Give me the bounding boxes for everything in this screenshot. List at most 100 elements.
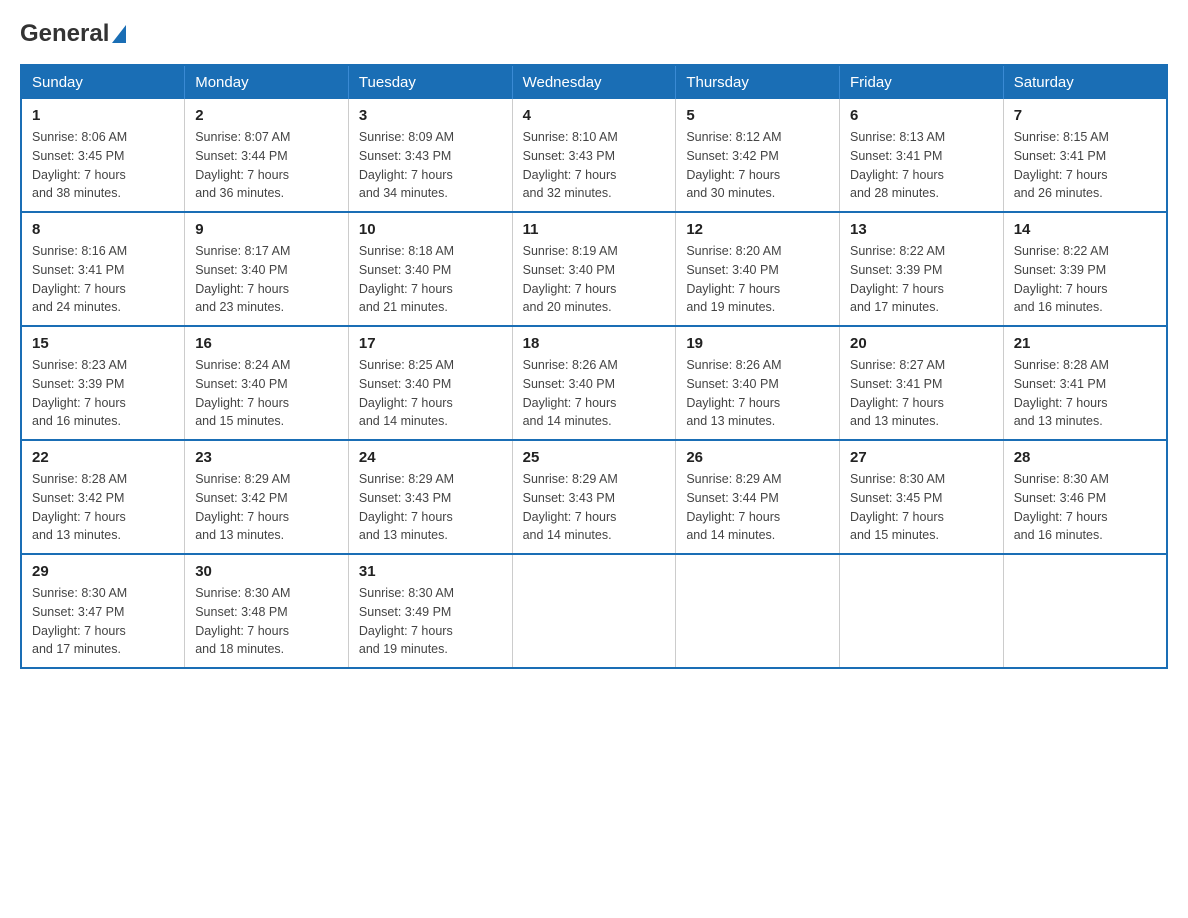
page-header: General	[20, 20, 1168, 48]
calendar-day-cell	[512, 554, 676, 668]
calendar-day-header: Sunday	[21, 65, 185, 99]
day-number: 1	[32, 107, 174, 124]
calendar-day-cell: 18 Sunrise: 8:26 AMSunset: 3:40 PMDayligh…	[512, 326, 676, 440]
logo-general-text: General	[20, 20, 109, 48]
day-info: Sunrise: 8:15 AMSunset: 3:41 PMDaylight:…	[1014, 128, 1156, 203]
day-info: Sunrise: 8:22 AMSunset: 3:39 PMDaylight:…	[1014, 242, 1156, 317]
day-number: 19	[686, 335, 829, 352]
day-number: 16	[195, 335, 338, 352]
day-info: Sunrise: 8:26 AMSunset: 3:40 PMDaylight:…	[686, 356, 829, 431]
day-info: Sunrise: 8:30 AMSunset: 3:46 PMDaylight:…	[1014, 470, 1156, 545]
calendar-day-cell	[676, 554, 840, 668]
day-info: Sunrise: 8:20 AMSunset: 3:40 PMDaylight:…	[686, 242, 829, 317]
calendar-day-cell: 10 Sunrise: 8:18 AMSunset: 3:40 PMDayligh…	[348, 212, 512, 326]
day-info: Sunrise: 8:24 AMSunset: 3:40 PMDaylight:…	[195, 356, 338, 431]
calendar-week-row: 15 Sunrise: 8:23 AMSunset: 3:39 PMDayligh…	[21, 326, 1167, 440]
day-number: 20	[850, 335, 993, 352]
calendar-day-cell	[1003, 554, 1167, 668]
day-info: Sunrise: 8:23 AMSunset: 3:39 PMDaylight:…	[32, 356, 174, 431]
day-info: Sunrise: 8:18 AMSunset: 3:40 PMDaylight:…	[359, 242, 502, 317]
day-number: 13	[850, 221, 993, 238]
day-info: Sunrise: 8:10 AMSunset: 3:43 PMDaylight:…	[523, 128, 666, 203]
day-number: 14	[1014, 221, 1156, 238]
day-number: 6	[850, 107, 993, 124]
day-info: Sunrise: 8:12 AMSunset: 3:42 PMDaylight:…	[686, 128, 829, 203]
day-number: 18	[523, 335, 666, 352]
calendar-day-cell: 15 Sunrise: 8:23 AMSunset: 3:39 PMDayligh…	[21, 326, 185, 440]
calendar-day-header: Saturday	[1003, 65, 1167, 99]
day-number: 12	[686, 221, 829, 238]
day-number: 5	[686, 107, 829, 124]
calendar-day-cell: 24 Sunrise: 8:29 AMSunset: 3:43 PMDayligh…	[348, 440, 512, 554]
day-number: 26	[686, 449, 829, 466]
day-number: 23	[195, 449, 338, 466]
day-number: 25	[523, 449, 666, 466]
calendar-day-cell: 31Sunrise: 8:30 AMSunset: 3:49 PMDayligh…	[348, 554, 512, 668]
day-number: 7	[1014, 107, 1156, 124]
calendar-day-header: Monday	[185, 65, 349, 99]
calendar-day-cell: 21Sunrise: 8:28 AMSunset: 3:41 PMDayligh…	[1003, 326, 1167, 440]
calendar-day-cell: 9 Sunrise: 8:17 AMSunset: 3:40 PMDaylight…	[185, 212, 349, 326]
day-number: 4	[523, 107, 666, 124]
calendar-day-cell: 22Sunrise: 8:28 AMSunset: 3:42 PMDayligh…	[21, 440, 185, 554]
calendar-day-cell: 14 Sunrise: 8:22 AMSunset: 3:39 PMDayligh…	[1003, 212, 1167, 326]
day-number: 31	[359, 563, 502, 580]
calendar-day-cell: 20Sunrise: 8:27 AMSunset: 3:41 PMDayligh…	[840, 326, 1004, 440]
day-number: 28	[1014, 449, 1156, 466]
calendar-week-row: 8 Sunrise: 8:16 AMSunset: 3:41 PMDaylight…	[21, 212, 1167, 326]
calendar-day-cell: 29 Sunrise: 8:30 AMSunset: 3:47 PMDayligh…	[21, 554, 185, 668]
calendar-day-cell: 5 Sunrise: 8:12 AMSunset: 3:42 PMDaylight…	[676, 99, 840, 212]
day-info: Sunrise: 8:30 AMSunset: 3:47 PMDaylight:…	[32, 584, 174, 659]
day-info: Sunrise: 8:06 AMSunset: 3:45 PMDaylight:…	[32, 128, 174, 203]
day-number: 24	[359, 449, 502, 466]
day-number: 22	[32, 449, 174, 466]
calendar-day-cell: 7 Sunrise: 8:15 AMSunset: 3:41 PMDaylight…	[1003, 99, 1167, 212]
calendar-day-cell: 12 Sunrise: 8:20 AMSunset: 3:40 PMDayligh…	[676, 212, 840, 326]
calendar-body: 1 Sunrise: 8:06 AMSunset: 3:45 PMDaylight…	[21, 99, 1167, 668]
calendar-day-cell: 28 Sunrise: 8:30 AMSunset: 3:46 PMDayligh…	[1003, 440, 1167, 554]
day-info: Sunrise: 8:25 AMSunset: 3:40 PMDaylight:…	[359, 356, 502, 431]
day-number: 10	[359, 221, 502, 238]
day-info: Sunrise: 8:16 AMSunset: 3:41 PMDaylight:…	[32, 242, 174, 317]
day-info: Sunrise: 8:13 AMSunset: 3:41 PMDaylight:…	[850, 128, 993, 203]
calendar-day-header: Wednesday	[512, 65, 676, 99]
day-info: Sunrise: 8:29 AMSunset: 3:44 PMDaylight:…	[686, 470, 829, 545]
day-number: 9	[195, 221, 338, 238]
calendar-day-cell: 17Sunrise: 8:25 AMSunset: 3:40 PMDayligh…	[348, 326, 512, 440]
day-info: Sunrise: 8:28 AMSunset: 3:41 PMDaylight:…	[1014, 356, 1156, 431]
day-info: Sunrise: 8:09 AMSunset: 3:43 PMDaylight:…	[359, 128, 502, 203]
calendar-day-cell: 30Sunrise: 8:30 AMSunset: 3:48 PMDayligh…	[185, 554, 349, 668]
calendar-day-header: Friday	[840, 65, 1004, 99]
calendar-day-cell: 26 Sunrise: 8:29 AMSunset: 3:44 PMDayligh…	[676, 440, 840, 554]
calendar-day-cell: 6 Sunrise: 8:13 AMSunset: 3:41 PMDaylight…	[840, 99, 1004, 212]
calendar-table: SundayMondayTuesdayWednesdayThursdayFrid…	[20, 64, 1168, 669]
day-info: Sunrise: 8:29 AMSunset: 3:42 PMDaylight:…	[195, 470, 338, 545]
calendar-week-row: 29 Sunrise: 8:30 AMSunset: 3:47 PMDayligh…	[21, 554, 1167, 668]
day-info: Sunrise: 8:29 AMSunset: 3:43 PMDaylight:…	[523, 470, 666, 545]
calendar-day-header: Tuesday	[348, 65, 512, 99]
day-number: 29	[32, 563, 174, 580]
calendar-header-row: SundayMondayTuesdayWednesdayThursdayFrid…	[21, 65, 1167, 99]
calendar-day-cell: 2Sunrise: 8:07 AMSunset: 3:44 PMDaylight…	[185, 99, 349, 212]
calendar-day-cell: 27Sunrise: 8:30 AMSunset: 3:45 PMDayligh…	[840, 440, 1004, 554]
day-info: Sunrise: 8:17 AMSunset: 3:40 PMDaylight:…	[195, 242, 338, 317]
calendar-day-cell: 3 Sunrise: 8:09 AMSunset: 3:43 PMDaylight…	[348, 99, 512, 212]
day-info: Sunrise: 8:30 AMSunset: 3:48 PMDaylight:…	[195, 584, 338, 659]
calendar-day-cell: 11Sunrise: 8:19 AMSunset: 3:40 PMDayligh…	[512, 212, 676, 326]
calendar-day-header: Thursday	[676, 65, 840, 99]
calendar-day-cell: 1 Sunrise: 8:06 AMSunset: 3:45 PMDaylight…	[21, 99, 185, 212]
day-number: 15	[32, 335, 174, 352]
day-number: 8	[32, 221, 174, 238]
day-number: 27	[850, 449, 993, 466]
logo-triangle-icon	[112, 25, 126, 43]
calendar-day-cell: 13Sunrise: 8:22 AMSunset: 3:39 PMDayligh…	[840, 212, 1004, 326]
day-info: Sunrise: 8:26 AMSunset: 3:40 PMDaylight:…	[523, 356, 666, 431]
day-number: 2	[195, 107, 338, 124]
calendar-day-cell: 8 Sunrise: 8:16 AMSunset: 3:41 PMDaylight…	[21, 212, 185, 326]
day-info: Sunrise: 8:29 AMSunset: 3:43 PMDaylight:…	[359, 470, 502, 545]
calendar-day-cell	[840, 554, 1004, 668]
calendar-week-row: 22Sunrise: 8:28 AMSunset: 3:42 PMDayligh…	[21, 440, 1167, 554]
day-number: 3	[359, 107, 502, 124]
calendar-header: SundayMondayTuesdayWednesdayThursdayFrid…	[21, 65, 1167, 99]
day-number: 11	[523, 221, 666, 238]
